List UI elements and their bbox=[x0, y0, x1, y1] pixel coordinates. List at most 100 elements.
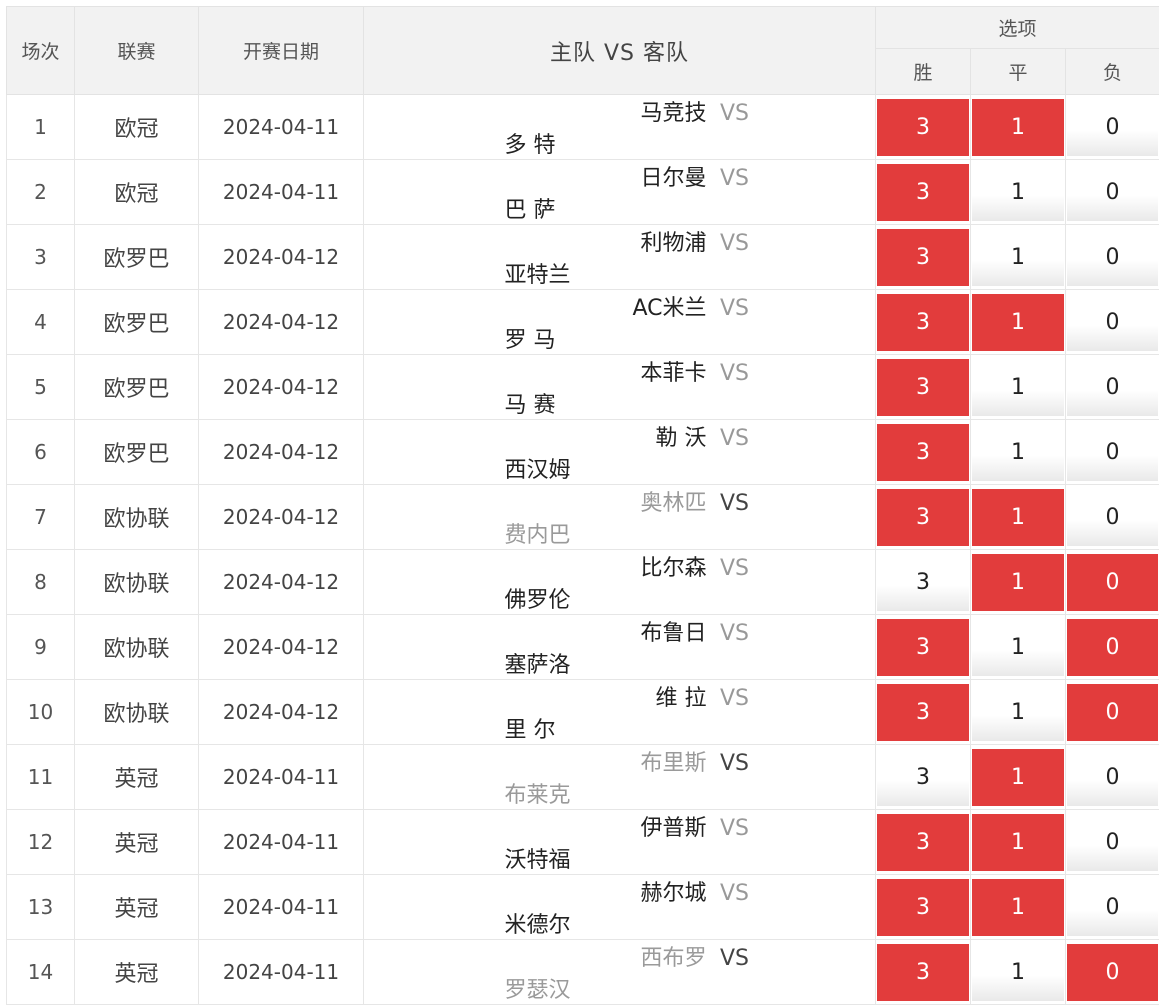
match-teams: 维 拉VS里 尔 bbox=[364, 680, 876, 745]
option-loss-button[interactable]: 0 bbox=[1067, 489, 1158, 546]
option-loss-button[interactable]: 0 bbox=[1067, 944, 1158, 1001]
away-team: 西汉姆 bbox=[505, 452, 735, 484]
option-cell-win: 3 bbox=[876, 680, 971, 745]
option-draw-button[interactable]: 1 bbox=[972, 749, 1064, 806]
option-cell-loss: 0 bbox=[1066, 225, 1159, 290]
option-draw-button[interactable]: 1 bbox=[972, 294, 1064, 351]
option-loss-button[interactable]: 0 bbox=[1067, 359, 1158, 416]
option-win-button[interactable]: 3 bbox=[877, 619, 969, 676]
round-number: 11 bbox=[7, 745, 75, 810]
table-row: 12英冠2024-04-11伊普斯VS沃特福310 bbox=[7, 810, 1159, 875]
home-team: 西布罗 bbox=[477, 940, 707, 972]
vs-label: VS bbox=[707, 686, 763, 711]
option-win-button[interactable]: 3 bbox=[877, 554, 969, 611]
option-win-button[interactable]: 3 bbox=[877, 424, 969, 481]
option-cell-win: 3 bbox=[876, 745, 971, 810]
match-date: 2024-04-11 bbox=[199, 745, 364, 810]
match-date: 2024-04-11 bbox=[199, 160, 364, 225]
home-team: 日尔曼 bbox=[477, 160, 707, 192]
option-cell-draw: 1 bbox=[971, 615, 1066, 680]
option-loss-button[interactable]: 0 bbox=[1067, 814, 1158, 871]
option-draw-button[interactable]: 1 bbox=[972, 619, 1064, 676]
table-row: 2欧冠2024-04-11日尔曼VS巴 萨310 bbox=[7, 160, 1159, 225]
match-date: 2024-04-12 bbox=[199, 680, 364, 745]
option-draw-button[interactable]: 1 bbox=[972, 424, 1064, 481]
option-cell-loss: 0 bbox=[1066, 680, 1159, 745]
option-cell-loss: 0 bbox=[1066, 355, 1159, 420]
option-draw-button[interactable]: 1 bbox=[972, 879, 1064, 936]
option-cell-draw: 1 bbox=[971, 810, 1066, 875]
option-cell-draw: 1 bbox=[971, 940, 1066, 1005]
vs-label: VS bbox=[707, 556, 763, 581]
vs-label: VS bbox=[707, 491, 763, 516]
table-header: 场次 联赛 开赛日期 主队 VS 客队 选项 胜 平 负 bbox=[7, 7, 1159, 95]
option-draw-button[interactable]: 1 bbox=[972, 164, 1064, 221]
table-row: 6欧罗巴2024-04-12勒 沃VS西汉姆310 bbox=[7, 420, 1159, 485]
away-team: 沃特福 bbox=[505, 842, 735, 874]
match-teams: AC米兰VS罗 马 bbox=[364, 290, 876, 355]
away-team: 罗瑟汉 bbox=[505, 972, 735, 1004]
option-draw-button[interactable]: 1 bbox=[972, 489, 1064, 546]
option-win-button[interactable]: 3 bbox=[877, 814, 969, 871]
option-loss-button[interactable]: 0 bbox=[1067, 294, 1158, 351]
option-win-button[interactable]: 3 bbox=[877, 944, 969, 1001]
league-name: 英冠 bbox=[75, 810, 199, 875]
option-win-button[interactable]: 3 bbox=[877, 359, 969, 416]
league-name: 欧冠 bbox=[75, 95, 199, 160]
option-cell-win: 3 bbox=[876, 95, 971, 160]
option-win-button[interactable]: 3 bbox=[877, 489, 969, 546]
option-loss-button[interactable]: 0 bbox=[1067, 879, 1158, 936]
round-number: 1 bbox=[7, 95, 75, 160]
option-draw-button[interactable]: 1 bbox=[972, 229, 1064, 286]
option-cell-loss: 0 bbox=[1066, 615, 1159, 680]
away-team: 布莱克 bbox=[505, 777, 735, 809]
option-loss-button[interactable]: 0 bbox=[1067, 619, 1158, 676]
option-draw-button[interactable]: 1 bbox=[972, 99, 1064, 156]
option-draw-button[interactable]: 1 bbox=[972, 684, 1064, 741]
match-teams: 利物浦VS亚特兰 bbox=[364, 225, 876, 290]
option-win-button[interactable]: 3 bbox=[877, 229, 969, 286]
option-loss-button[interactable]: 0 bbox=[1067, 749, 1158, 806]
vs-label: VS bbox=[707, 426, 763, 451]
option-cell-draw: 1 bbox=[971, 225, 1066, 290]
vs-label: VS bbox=[707, 101, 763, 126]
header-league: 联赛 bbox=[75, 7, 199, 95]
table-body: 1欧冠2024-04-11马竞技VS多 特3102欧冠2024-04-11日尔曼… bbox=[7, 95, 1159, 1005]
option-loss-button[interactable]: 0 bbox=[1067, 424, 1158, 481]
option-loss-button[interactable]: 0 bbox=[1067, 554, 1158, 611]
option-win-button[interactable]: 3 bbox=[877, 879, 969, 936]
option-draw-button[interactable]: 1 bbox=[972, 554, 1064, 611]
home-team: 勒 沃 bbox=[477, 420, 707, 452]
option-draw-button[interactable]: 1 bbox=[972, 944, 1064, 1001]
home-team: 马竞技 bbox=[477, 95, 707, 127]
option-draw-button[interactable]: 1 bbox=[972, 814, 1064, 871]
option-loss-button[interactable]: 0 bbox=[1067, 229, 1158, 286]
option-win-button[interactable]: 3 bbox=[877, 294, 969, 351]
option-win-button[interactable]: 3 bbox=[877, 164, 969, 221]
option-win-button[interactable]: 3 bbox=[877, 749, 969, 806]
option-cell-loss: 0 bbox=[1066, 95, 1159, 160]
match-date: 2024-04-12 bbox=[199, 420, 364, 485]
table-row: 10欧协联2024-04-12维 拉VS里 尔310 bbox=[7, 680, 1159, 745]
round-number: 12 bbox=[7, 810, 75, 875]
header-options: 选项 bbox=[876, 7, 1159, 49]
option-loss-button[interactable]: 0 bbox=[1067, 684, 1158, 741]
option-cell-loss: 0 bbox=[1066, 485, 1159, 550]
league-name: 欧罗巴 bbox=[75, 420, 199, 485]
option-cell-draw: 1 bbox=[971, 95, 1066, 160]
match-teams: 西布罗VS罗瑟汉 bbox=[364, 940, 876, 1005]
league-name: 欧协联 bbox=[75, 485, 199, 550]
vs-label: VS bbox=[707, 881, 763, 906]
option-loss-button[interactable]: 0 bbox=[1067, 99, 1158, 156]
league-name: 欧冠 bbox=[75, 160, 199, 225]
vs-label: VS bbox=[707, 751, 763, 776]
option-win-button[interactable]: 3 bbox=[877, 99, 969, 156]
option-loss-button[interactable]: 0 bbox=[1067, 164, 1158, 221]
table-row: 1欧冠2024-04-11马竞技VS多 特310 bbox=[7, 95, 1159, 160]
league-name: 英冠 bbox=[75, 875, 199, 940]
option-draw-button[interactable]: 1 bbox=[972, 359, 1064, 416]
option-win-button[interactable]: 3 bbox=[877, 684, 969, 741]
match-teams: 布鲁日VS塞萨洛 bbox=[364, 615, 876, 680]
vs-label: VS bbox=[707, 621, 763, 646]
round-number: 5 bbox=[7, 355, 75, 420]
